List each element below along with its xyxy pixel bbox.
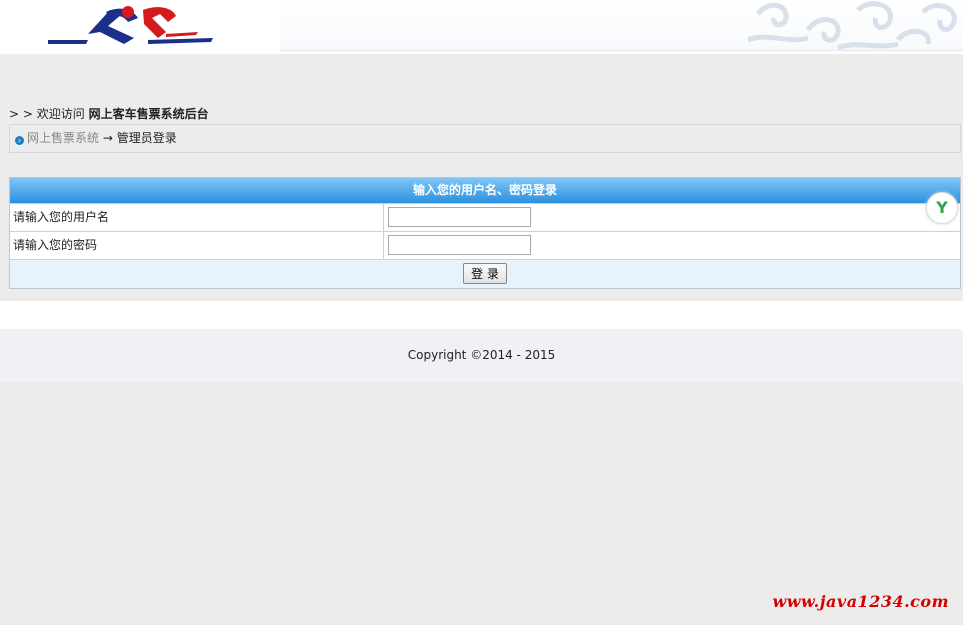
password-row: 请输入您的密码 — [10, 231, 960, 259]
header — [0, 0, 963, 54]
password-label: 请输入您的密码 — [13, 238, 98, 252]
login-button[interactable]: 登 录 — [463, 263, 507, 284]
breadcrumb-current: 管理员登录 — [116, 131, 177, 145]
site-logo — [48, 6, 213, 44]
cloud-pattern-decoration — [748, 1, 957, 51]
welcome-prefix: > > 欢迎访问 — [9, 107, 89, 121]
breadcrumb: › 网上售票系统 → 管理员登录 — [9, 124, 961, 153]
breadcrumb-arrow: → — [102, 131, 113, 145]
username-label: 请输入您的用户名 — [13, 210, 110, 224]
footer: Copyright ©2014 - 2015 — [0, 329, 963, 382]
username-cell — [383, 204, 961, 231]
password-input[interactable] — [388, 235, 531, 255]
welcome-site-name: 网上客车售票系统后台 — [88, 107, 209, 121]
submit-row: 登 录 — [10, 259, 960, 288]
login-panel: 输入您的用户名、密码登录 请输入您的用户名 请输入您的密码 登 录 — [9, 177, 961, 289]
login-panel-title: 输入您的用户名、密码登录 — [10, 178, 960, 203]
username-input[interactable] — [388, 207, 531, 227]
content-gap — [0, 301, 963, 329]
username-row: 请输入您的用户名 — [10, 203, 960, 231]
welcome-text: > > 欢迎访问 网上客车售票系统后台 — [9, 105, 209, 122]
watermark-text: www.java1234.com — [772, 592, 949, 611]
arrow-circle-icon: › — [15, 136, 24, 145]
password-cell — [383, 232, 961, 259]
copyright-text: Copyright ©2014 - 2015 — [407, 348, 556, 362]
y-logo-icon[interactable]: Y — [926, 192, 958, 224]
breadcrumb-home-link[interactable]: 网上售票系统 — [27, 131, 99, 145]
